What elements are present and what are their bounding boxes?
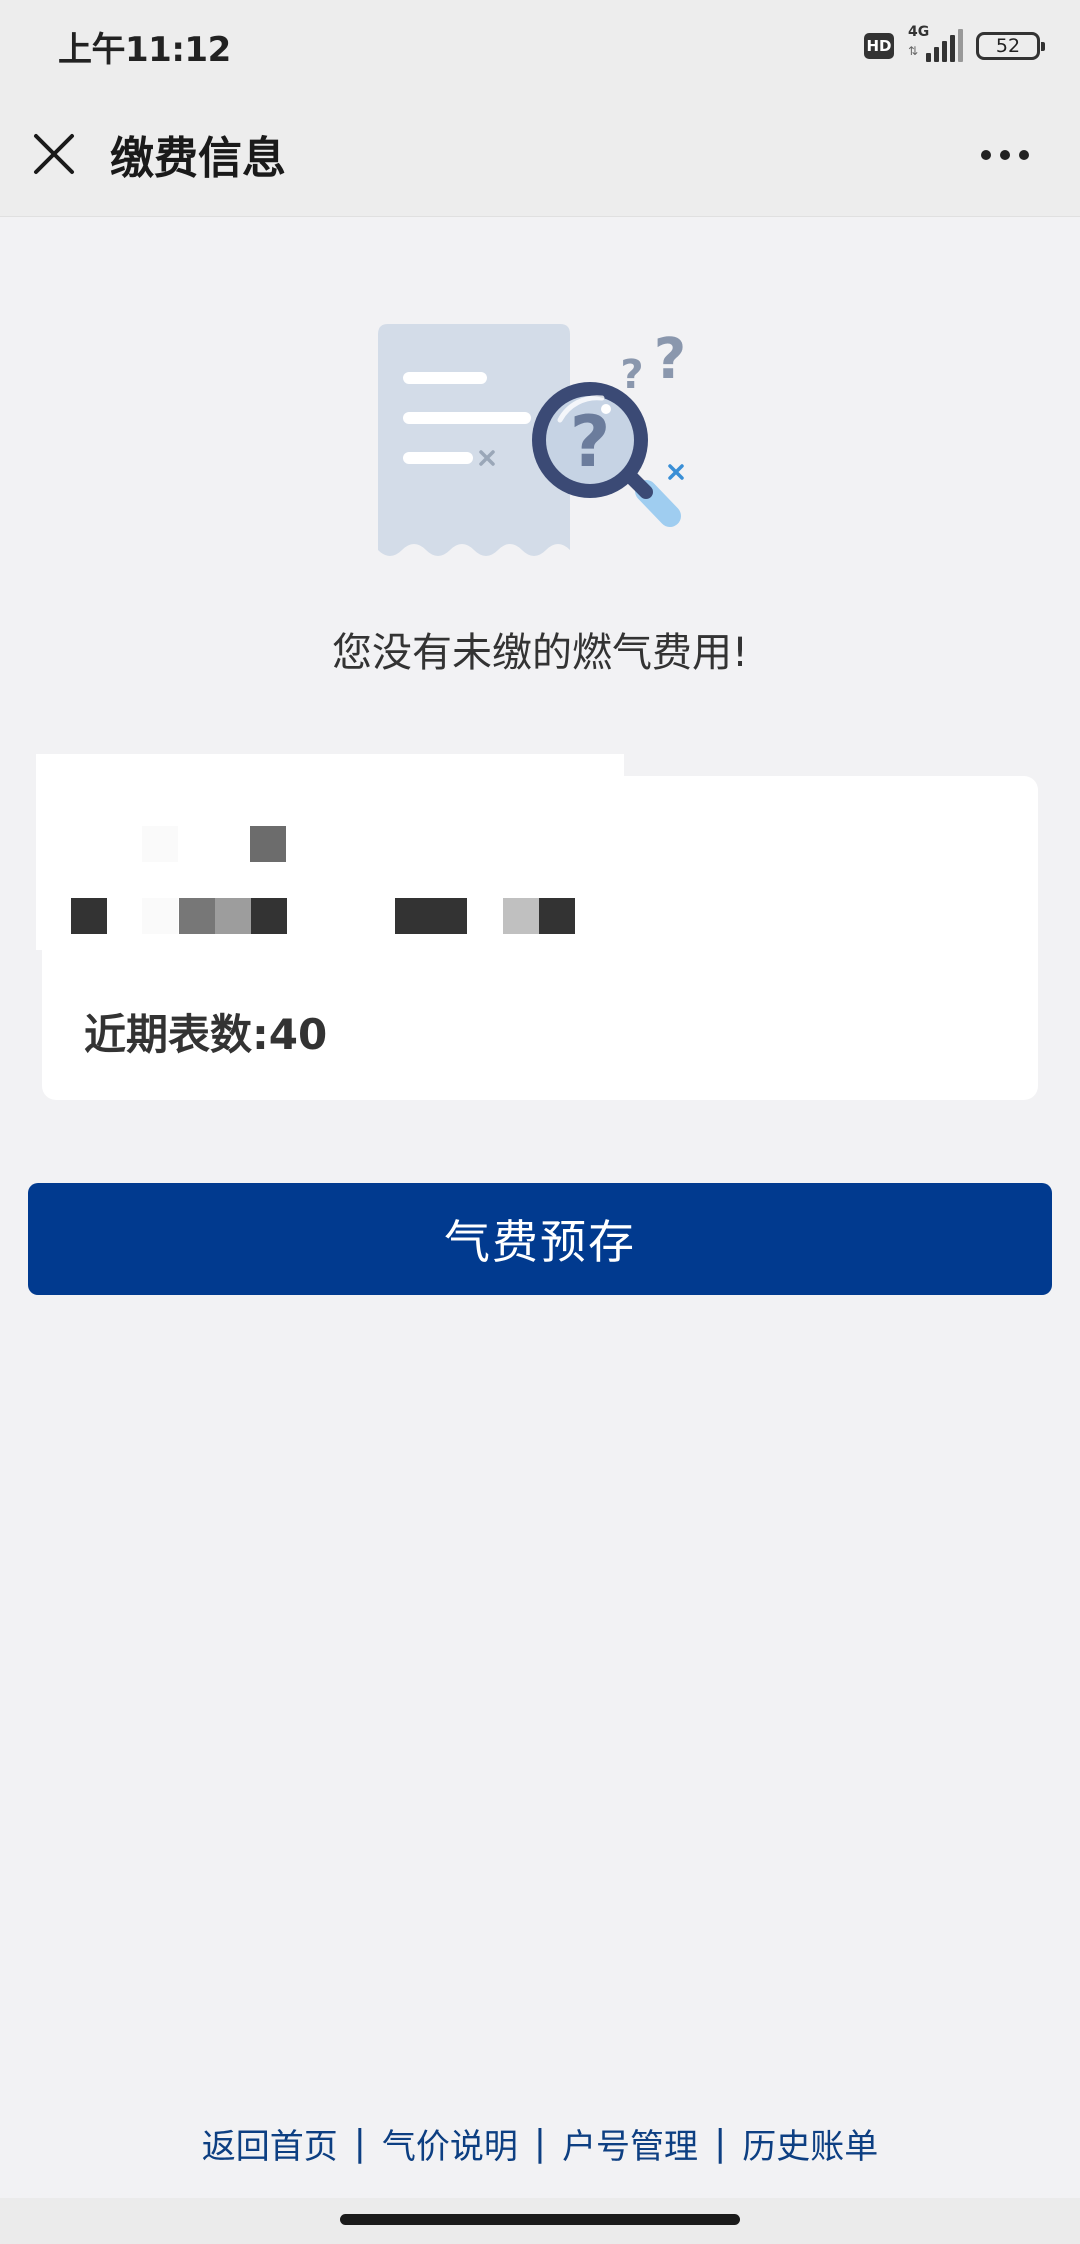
- home-indicator[interactable]: [340, 2214, 740, 2225]
- close-button[interactable]: [24, 124, 84, 184]
- footer-link-gas-price[interactable]: 气价说明: [376, 2119, 524, 2168]
- status-time: 上午11:12: [58, 30, 231, 70]
- redaction-mosaic: [251, 898, 287, 934]
- footer-link-bill-history[interactable]: 历史账单: [736, 2119, 884, 2168]
- recent-meter-reading: 近期表数:40: [84, 1010, 328, 1059]
- redaction-mosaic: [539, 898, 575, 934]
- nav-bar: 缴费信息: [0, 92, 1080, 217]
- redaction-mosaic: [179, 898, 215, 934]
- footer-links: 返回首页 | 气价说明 | 户号管理 | 历史账单: [0, 2118, 1080, 2168]
- svg-text:?: ?: [654, 327, 686, 392]
- status-icons: HD 4G ⇅ 52: [864, 24, 1045, 66]
- account-info-card: 近期表数:40: [36, 754, 1038, 1100]
- redaction-mosaic: [250, 826, 286, 862]
- page-title: 缴费信息: [110, 133, 286, 184]
- footer-separator: |: [353, 2122, 366, 2164]
- more-dot: [1019, 150, 1029, 160]
- redaction-mosaic: [395, 898, 467, 934]
- more-button[interactable]: [970, 132, 1040, 178]
- footer-link-account-management[interactable]: 户号管理: [556, 2119, 704, 2168]
- data-arrows-icon: ⇅: [908, 44, 919, 58]
- svg-text:?: ?: [620, 352, 643, 398]
- hd-icon: HD: [864, 33, 894, 59]
- footer-separator: |: [533, 2122, 547, 2164]
- network-type-label: 4G: [908, 24, 930, 40]
- more-dot: [981, 150, 991, 160]
- redaction-mosaic: [71, 898, 107, 934]
- redaction-mosaic: [142, 826, 178, 862]
- status-bar: 上午11:12 HD 4G ⇅ 52: [0, 0, 1080, 92]
- redaction-mosaic: [215, 898, 251, 934]
- close-icon: [34, 134, 74, 174]
- battery-icon: 52: [976, 32, 1045, 60]
- footer-separator: |: [714, 2122, 727, 2164]
- receipt-magnifier-illustration: ? ? ?: [378, 324, 686, 556]
- signal-icon: 4G ⇅: [908, 24, 963, 64]
- redaction-mosaic: [142, 898, 178, 934]
- no-unpaid-message: 您没有未缴的燃气费用!: [331, 630, 749, 676]
- gas-prepay-button[interactable]: 气费预存: [28, 1183, 1052, 1295]
- svg-text:?: ?: [570, 401, 611, 483]
- redaction-mosaic: [503, 898, 539, 934]
- more-dot: [1000, 150, 1010, 160]
- footer-link-home[interactable]: 返回首页: [196, 2119, 344, 2168]
- battery-level: 52: [995, 35, 1021, 57]
